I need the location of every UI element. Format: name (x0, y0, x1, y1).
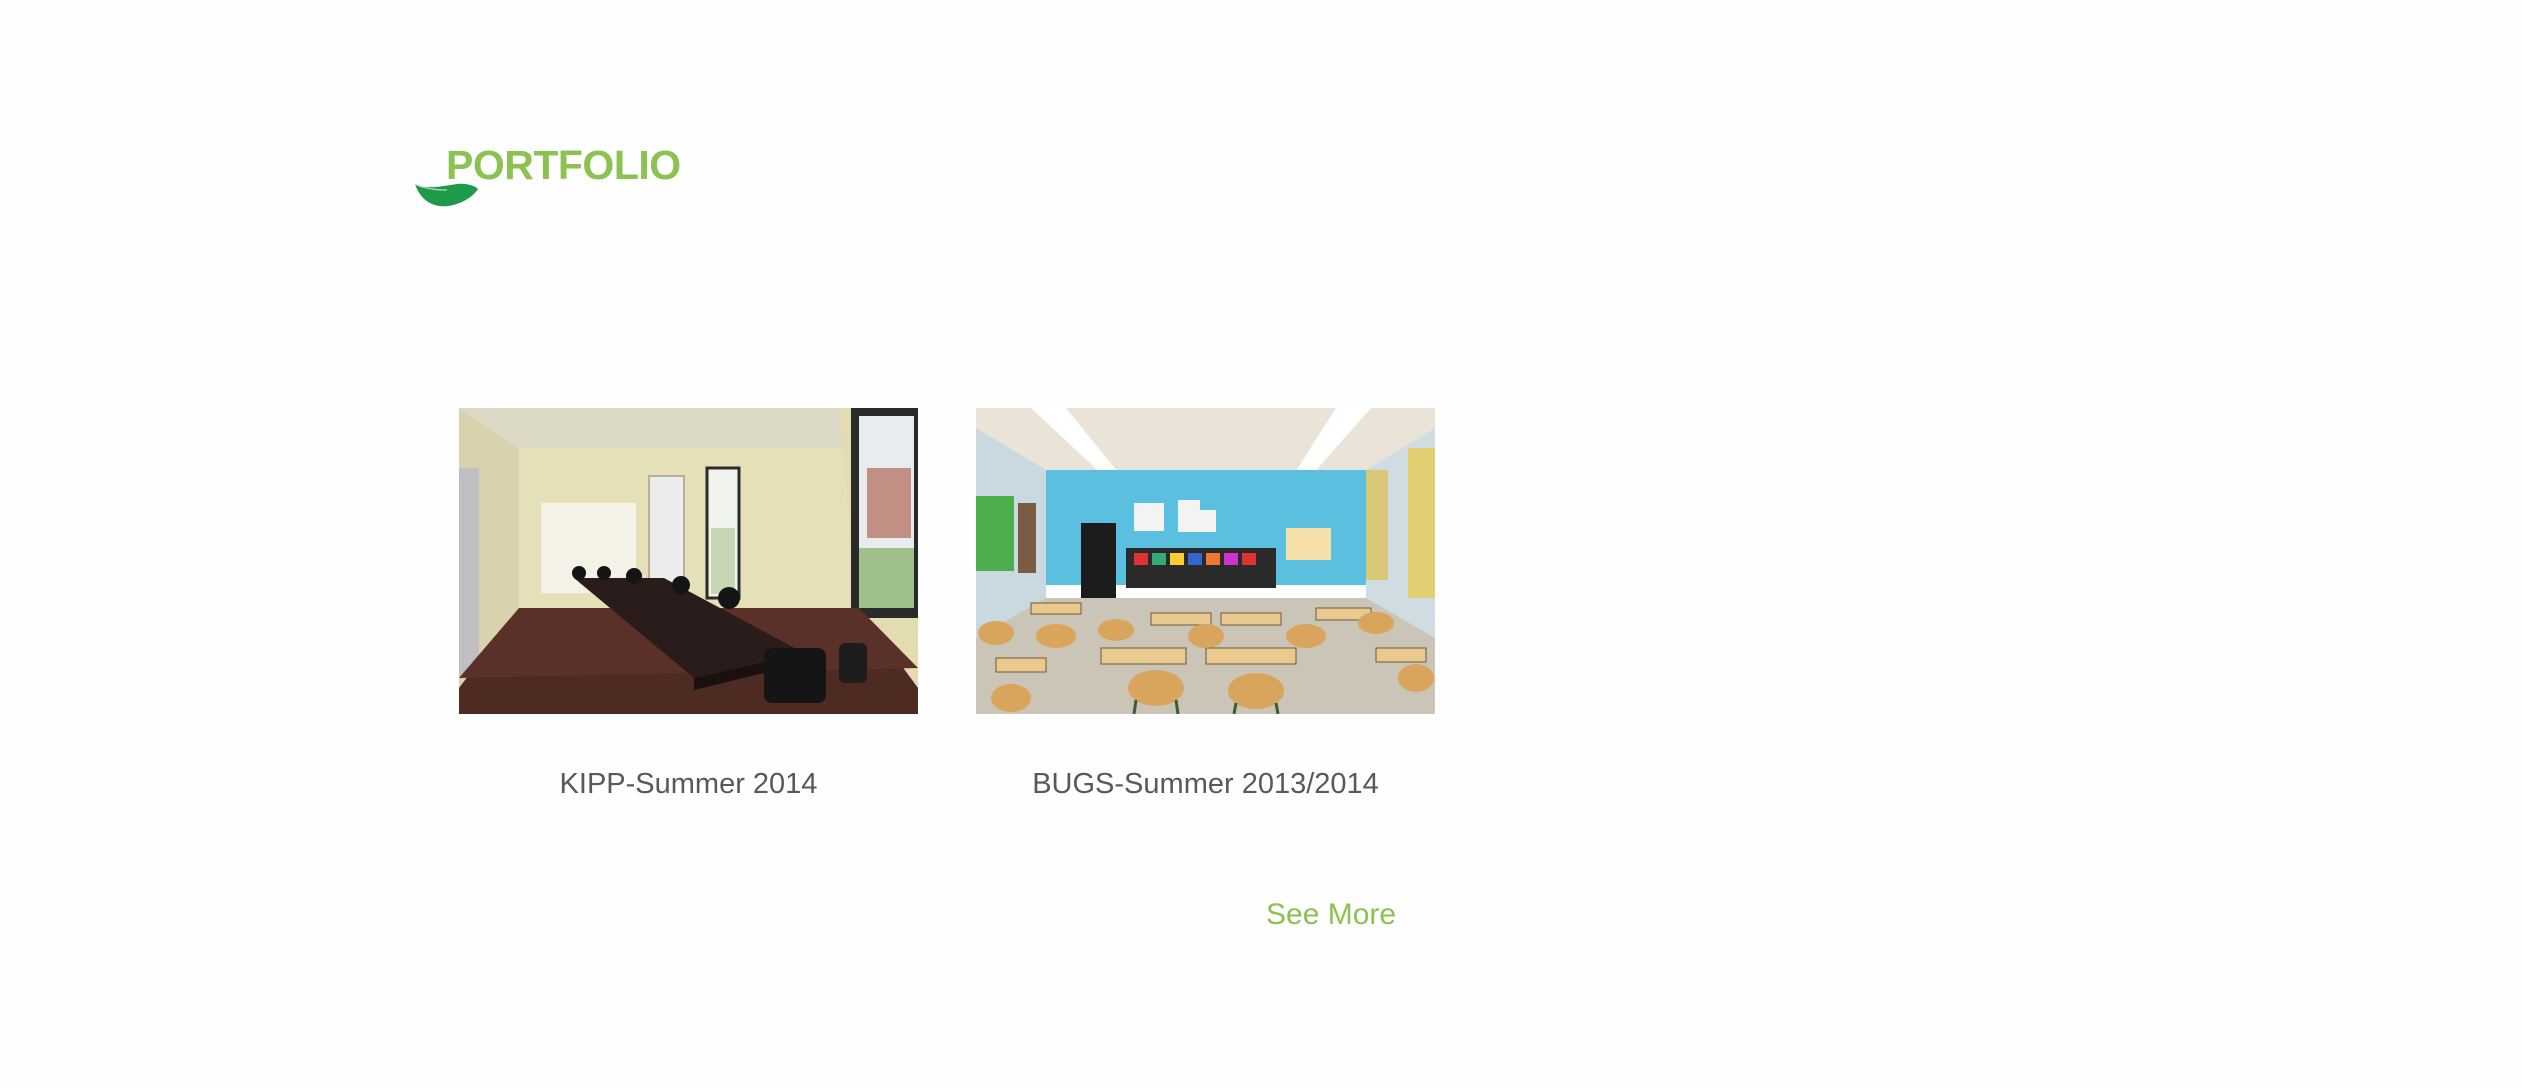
portfolio-image-conference-room[interactable] (459, 408, 918, 714)
portfolio-image-classroom[interactable] (976, 408, 1435, 714)
portfolio-heading: PORTFOLIO (413, 140, 713, 220)
see-more-link[interactable]: See More (1266, 896, 1396, 934)
portfolio-card: KIPP-Summer 2014 (459, 408, 918, 802)
page-title: PORTFOLIO (446, 142, 681, 188)
portfolio-caption[interactable]: KIPP-Summer 2014 (459, 766, 918, 802)
portfolio-caption[interactable]: BUGS-Summer 2013/2014 (976, 766, 1435, 802)
page: PORTFOLIO KIPP-Summer 2014 BUGS-Summer 2… (0, 0, 2522, 1088)
leaf-icon (414, 183, 478, 207)
portfolio-card: BUGS-Summer 2013/2014 (976, 408, 1435, 802)
